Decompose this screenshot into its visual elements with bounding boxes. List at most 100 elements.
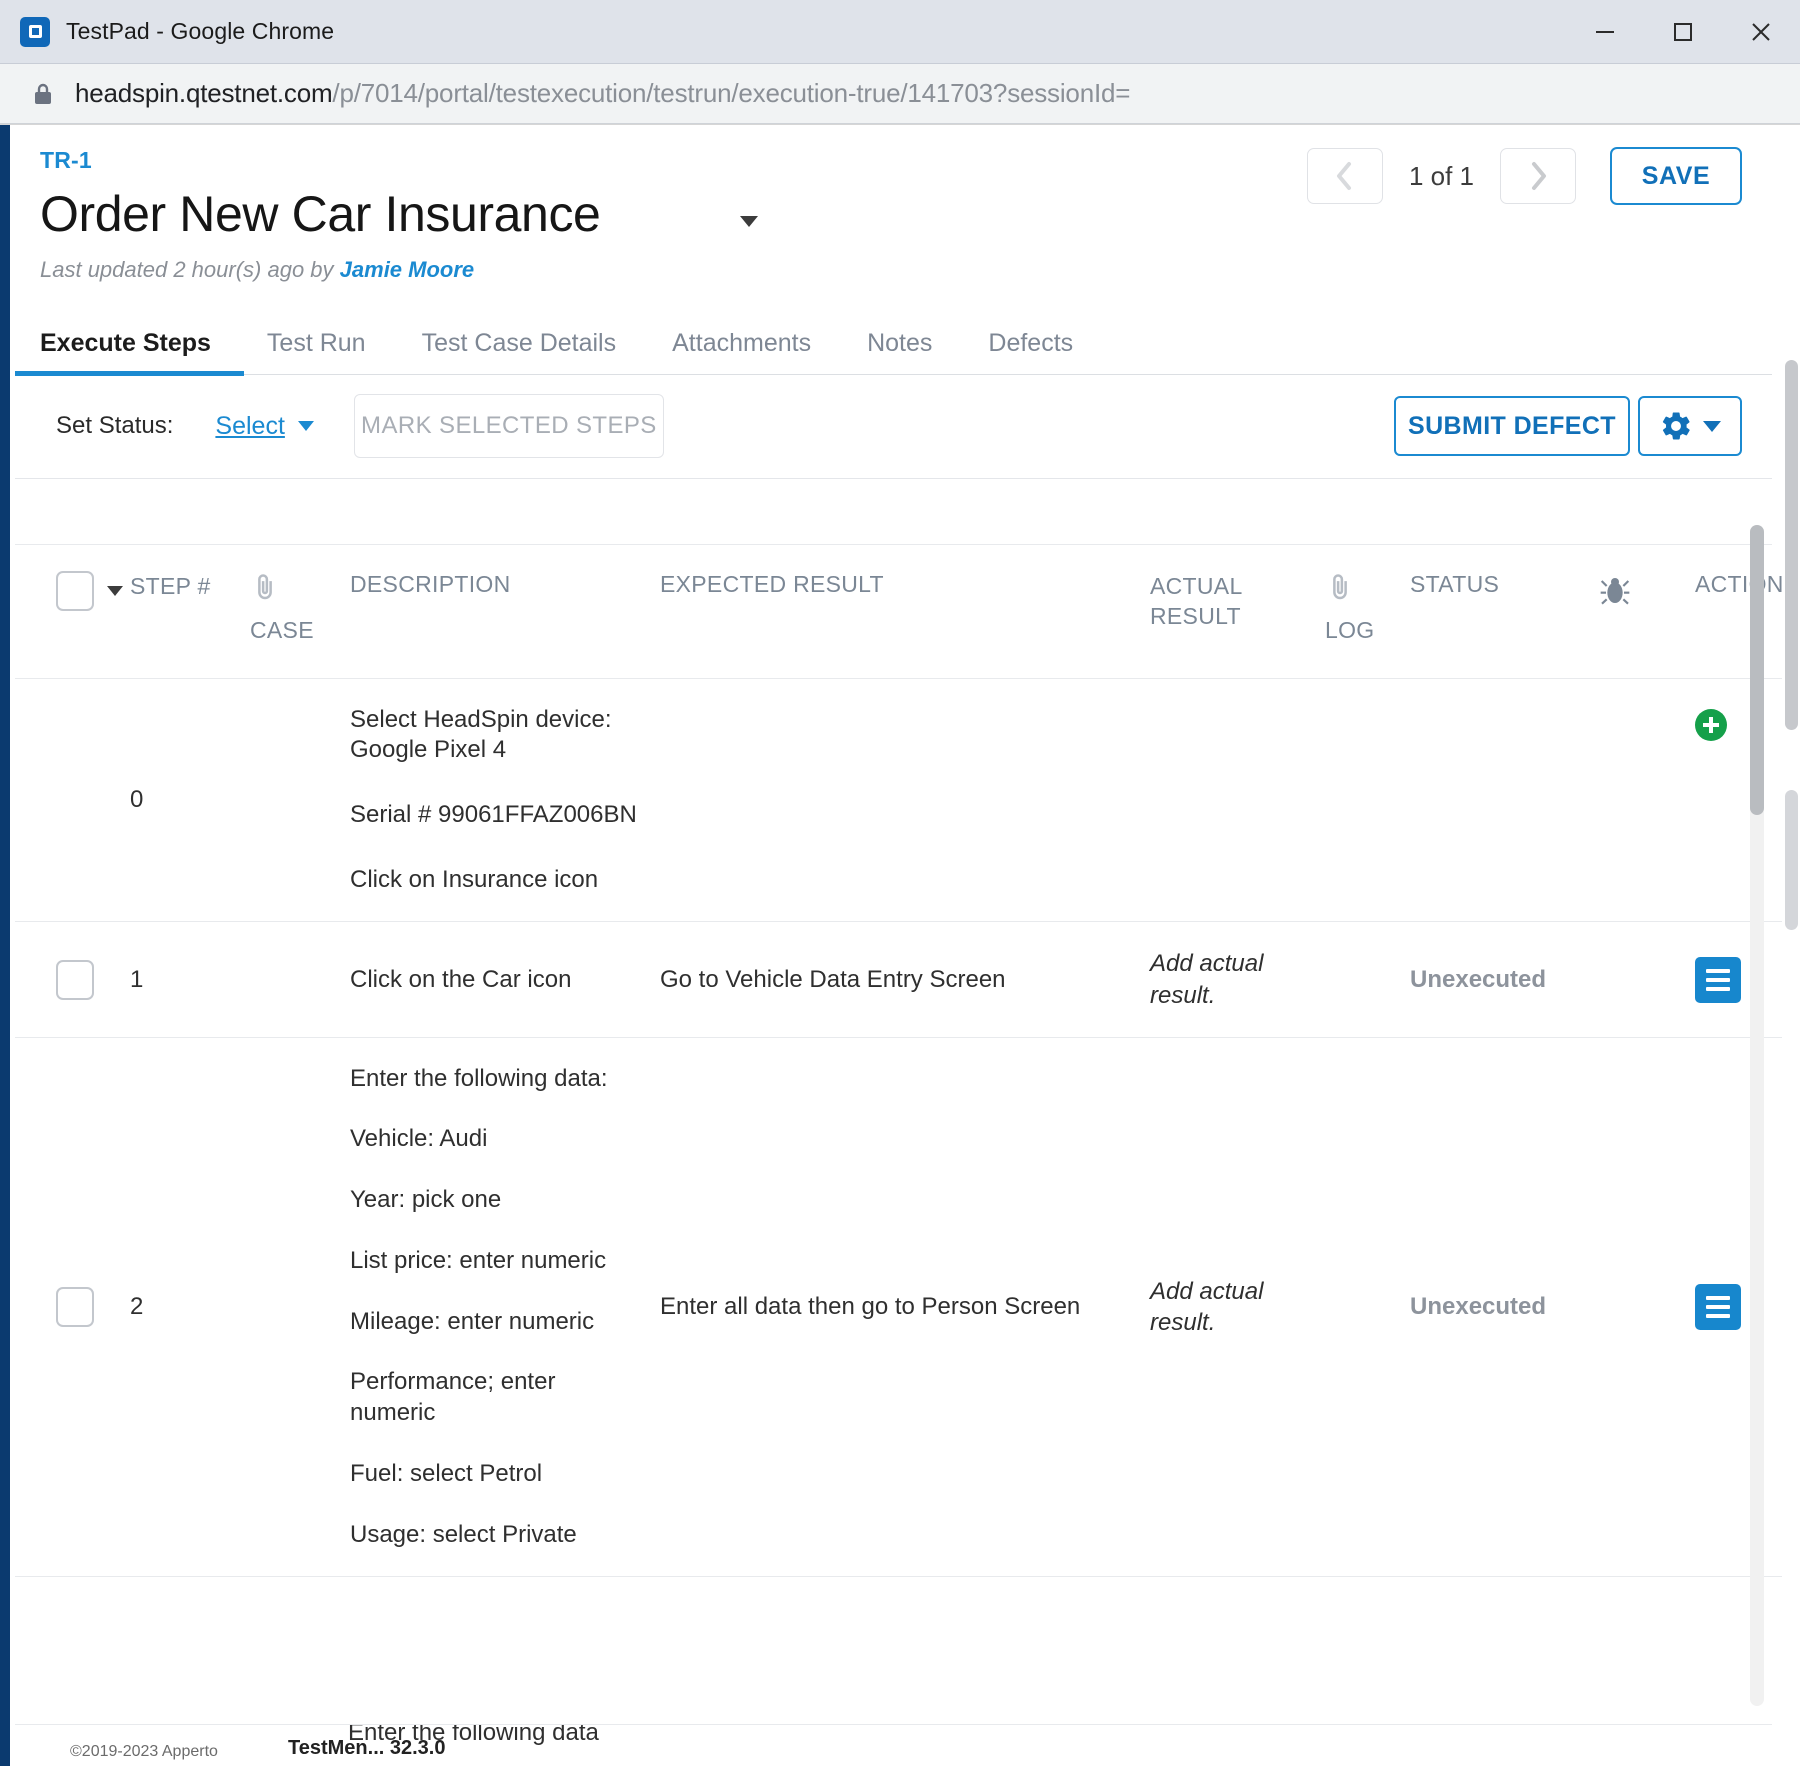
- window-controls: [1566, 0, 1800, 63]
- row-checkbox[interactable]: [56, 959, 94, 1000]
- col-select-all: [10, 545, 130, 679]
- desc-line: Select HeadSpin device: Google Pixel 4: [350, 705, 612, 764]
- tab-test-run[interactable]: Test Run: [267, 329, 366, 374]
- window-title: TestPad - Google Chrome: [66, 18, 335, 44]
- window-left-edge: [0, 125, 10, 1766]
- tab-notes[interactable]: Notes: [867, 329, 932, 374]
- tab-defects[interactable]: Defects: [988, 329, 1073, 374]
- row-actual-result[interactable]: Add actual result.: [1150, 922, 1325, 1037]
- browser-urlbar[interactable]: headspin.qtestnet.com/p/7014/portal/test…: [0, 64, 1800, 124]
- steps-table: STEP # CASE DESCRIPTION EXPECTED RESULT …: [10, 545, 1800, 1578]
- url-text[interactable]: headspin.qtestnet.com/p/7014/portal/test…: [75, 78, 1130, 109]
- row-defect: [1595, 1037, 1695, 1576]
- row-checkbox[interactable]: [56, 1286, 94, 1327]
- col-log: LOG: [1325, 545, 1410, 679]
- col-description[interactable]: DESCRIPTION: [350, 545, 660, 679]
- col-status[interactable]: STATUS: [1410, 545, 1595, 679]
- maximize-icon[interactable]: [1644, 0, 1722, 64]
- chevron-down-icon[interactable]: [740, 215, 759, 227]
- row-expected-result: Enter all data then go to Person Screen: [660, 1292, 1081, 1320]
- last-updated-user[interactable]: Jamie Moore: [340, 257, 475, 282]
- tab-test-case-details[interactable]: Test Case Details: [422, 329, 617, 374]
- partial-row-description: Enter the following data: [348, 1724, 599, 1746]
- content-scrollbar-track[interactable]: [1750, 525, 1764, 1706]
- settings-dropdown-button[interactable]: [1638, 396, 1742, 456]
- next-page-button[interactable]: [1500, 148, 1576, 204]
- url-host: headspin.qtestnet.com: [75, 78, 333, 108]
- row-actual-result[interactable]: [1150, 678, 1325, 922]
- content-scrollbar-thumb[interactable]: [1750, 525, 1764, 815]
- row-actual-result[interactable]: Add actual result.: [1150, 1037, 1325, 1576]
- tab-execute-steps[interactable]: Execute Steps: [6, 329, 244, 376]
- row-case: [250, 922, 350, 1037]
- row-expected-result: [660, 678, 1150, 922]
- desc-line: Click on Insurance icon: [350, 865, 599, 893]
- row-step-number: 2: [130, 1292, 144, 1320]
- bug-icon: [1595, 577, 1635, 616]
- row-description[interactable]: Select HeadSpin device: Google Pixel 4 S…: [350, 678, 660, 922]
- gear-icon: [1662, 412, 1690, 440]
- row-status: Unexecuted: [1410, 1037, 1595, 1576]
- steps-toolbar: Set Status: Select MARK SELECTED STEPS S…: [10, 375, 1772, 479]
- select-all-checkbox[interactable]: [56, 570, 94, 611]
- last-updated-text: Last updated 2 hour(s) ago by: [40, 256, 340, 282]
- row-expected-result: Go to Vehicle Data Entry Screen: [660, 965, 1006, 993]
- steps-table-head: STEP # CASE DESCRIPTION EXPECTED RESULT …: [10, 545, 1800, 679]
- submit-defect-button[interactable]: SUBMIT DEFECT: [1394, 396, 1630, 456]
- window-titlebar: TestPad - Google Chrome: [0, 0, 1800, 64]
- status-select-dropdown[interactable]: Select: [215, 411, 314, 441]
- tab-bar: Execute Steps Test Run Test Case Details…: [6, 313, 1772, 376]
- page-position: 1 of 1: [1408, 160, 1474, 191]
- row-status: [1410, 678, 1595, 922]
- col-step[interactable]: STEP #: [130, 545, 250, 679]
- row-description[interactable]: Click on the Car icon: [350, 922, 660, 1037]
- desc-line: Mileage: enter numeric: [350, 1307, 595, 1335]
- desc-line: Serial # 99061FFAZ006BN: [350, 800, 637, 828]
- paperclip-icon: [250, 571, 350, 611]
- tab-attachments[interactable]: Attachments: [672, 329, 811, 374]
- row-case: [250, 678, 350, 922]
- row-description[interactable]: Enter the following data: Vehicle: Audi …: [350, 1037, 660, 1576]
- caret-down-icon: [297, 421, 314, 431]
- footer-copyright-text: ©2019-2023 Apperto: [70, 1743, 218, 1760]
- partial-next-row: ©2019-2023 Apperto TestMen... 32.3.0 Ent…: [10, 1724, 1772, 1766]
- table-row: 0 Select HeadSpin device: Google Pixel 4…: [10, 678, 1800, 922]
- status-select-label: Select: [215, 411, 285, 440]
- page-title: Order New Car Insurance: [40, 186, 601, 242]
- menu-lines-icon[interactable]: [1695, 956, 1741, 1003]
- desc-line: Year: pick one: [350, 1186, 502, 1214]
- caret-down-icon[interactable]: [107, 585, 123, 596]
- col-actual-result[interactable]: ACTUAL RESULT: [1150, 545, 1325, 679]
- table-row: 2 Enter the following data: Vehicle: Aud…: [10, 1037, 1800, 1577]
- desc-line: Vehicle: Audi: [350, 1125, 488, 1153]
- mark-selected-steps-button[interactable]: MARK SELECTED STEPS: [353, 394, 664, 458]
- pagination: 1 of 1 SAVE: [1306, 147, 1742, 205]
- caret-down-icon: [1703, 420, 1721, 432]
- col-case-label: CASE: [250, 616, 314, 643]
- browser-scrollbar-thumb-secondary[interactable]: [1785, 790, 1798, 930]
- col-case: CASE: [250, 545, 350, 679]
- status-badge: Unexecuted: [1410, 965, 1547, 993]
- minimize-icon[interactable]: [1566, 0, 1644, 64]
- status-badge: Unexecuted: [1410, 1292, 1547, 1320]
- page-content: TR-1 Order New Car Insurance Last update…: [6, 125, 1800, 1766]
- col-expected-result[interactable]: EXPECTED RESULT: [660, 545, 1150, 679]
- prev-page-button[interactable]: [1306, 148, 1383, 204]
- table-row: 1 Click on the Car icon Go to Vehicle Da…: [10, 922, 1800, 1038]
- page-viewport: TR-1 Order New Car Insurance Last update…: [0, 124, 1800, 1766]
- row-log: [1325, 1037, 1410, 1576]
- row-case: [250, 1037, 350, 1576]
- row-defect: [1595, 678, 1695, 922]
- menu-lines-icon[interactable]: [1695, 1283, 1741, 1330]
- chrome-window: TestPad - Google Chrome headspin.qtestne…: [0, 0, 1800, 1766]
- col-log-label: LOG: [1325, 616, 1375, 643]
- page-header: TR-1 Order New Car Insurance Last update…: [10, 125, 1772, 283]
- row-step-number: 0: [130, 785, 144, 813]
- browser-scrollbar-thumb[interactable]: [1785, 360, 1798, 730]
- lock-icon: [33, 82, 53, 106]
- last-updated: Last updated 2 hour(s) ago by Jamie Moor…: [40, 257, 1772, 283]
- save-button[interactable]: SAVE: [1610, 147, 1742, 205]
- close-icon[interactable]: [1722, 0, 1800, 64]
- browser-scrollbar-track[interactable]: [1782, 230, 1800, 1766]
- add-circle-icon[interactable]: [1695, 708, 1727, 741]
